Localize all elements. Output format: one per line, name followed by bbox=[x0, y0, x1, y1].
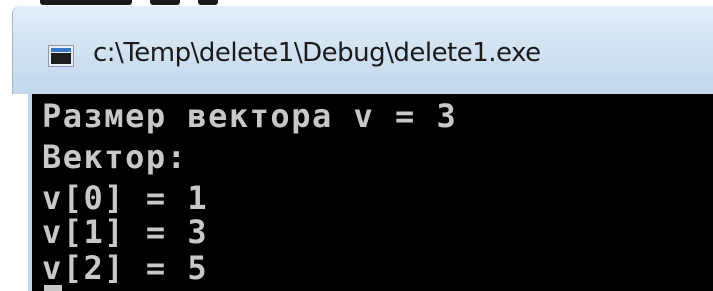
window-title: c:\Temp\delete1\Debug\delete1.exe bbox=[93, 38, 541, 68]
cropped-heading-fragment bbox=[40, 0, 132, 5]
console-line: v[2] = 5 bbox=[42, 249, 209, 287]
console-app-icon[interactable] bbox=[48, 45, 74, 67]
cropped-heading-fragment bbox=[150, 0, 180, 5]
console-line: v[0] = 1 bbox=[42, 179, 209, 217]
text-cursor bbox=[44, 285, 62, 291]
console-line: Вектор: bbox=[42, 138, 188, 176]
window-title-bar[interactable]: c:\Temp\delete1\Debug\delete1.exe bbox=[12, 6, 713, 94]
console-line: v[1] = 3 bbox=[42, 213, 209, 251]
cropped-heading-fragment bbox=[198, 0, 218, 5]
screenshot: c:\Temp\delete1\Debug\delete1.exe Размер… bbox=[0, 0, 713, 291]
console-output[interactable]: Размер вектора v = 3 Вектор: v[0] = 1 v[… bbox=[28, 94, 713, 291]
console-line: Размер вектора v = 3 bbox=[42, 97, 458, 135]
